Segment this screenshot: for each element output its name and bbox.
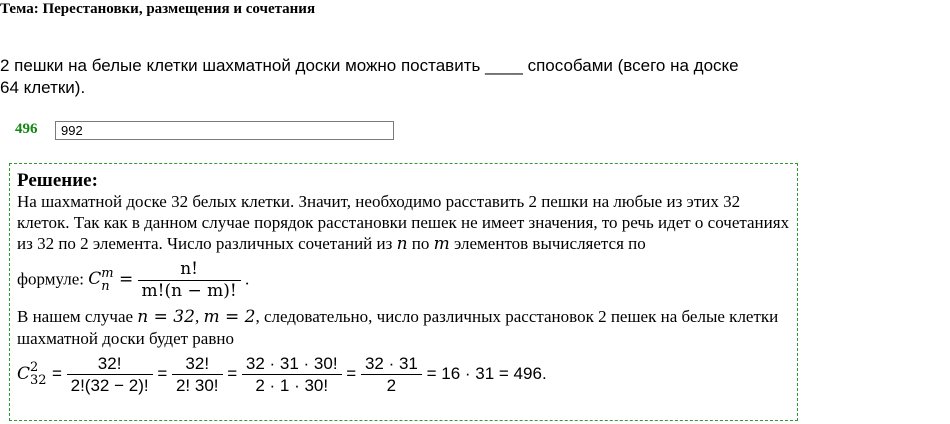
solution-text-2: В нашем случае [17, 307, 134, 326]
m-equals: m = 2 [203, 307, 256, 327]
formula-label: формуле: [17, 269, 85, 289]
formula-sub: n [101, 278, 110, 294]
calc-f2-den: 2! 30! [171, 374, 223, 396]
calc-f3-num: 32 · 31 · 30! [245, 354, 338, 373]
solution-title: Решение: [17, 170, 98, 191]
calc-tail: = 16 · 31 = 496 [426, 363, 542, 383]
solution-paragraph-1: На шахматной доске 32 белых клетки. Знач… [17, 192, 789, 254]
calc-fraction-3: 32 · 31 · 30! 2 · 1 · 30! [241, 353, 342, 396]
calc-lhs: C 2 32 [17, 361, 52, 389]
formula-end: . [244, 269, 250, 289]
calc-f4-den: 2 [360, 374, 422, 396]
formula-c: C [88, 269, 102, 290]
solution-box: Решение: На шахматной доске 32 белых кле… [9, 163, 798, 421]
formula-denominator: m!(n − m)! [137, 280, 241, 302]
formula-lhs: C m n [88, 265, 119, 293]
calc-c: C [17, 363, 31, 384]
formula-fraction: n! m!(n − m)! [137, 259, 241, 302]
question-text: 2 пешки на белые клетки шахматной доски … [0, 56, 739, 97]
calc-f1-den: 2!(32 − 2)! [66, 374, 153, 396]
calc-f3-den: 2 · 1 · 30! [241, 374, 342, 396]
solution-text-po: по [411, 234, 430, 253]
var-n: n [396, 234, 408, 254]
calc-f1-num: 32! [97, 354, 122, 373]
calc-f2-num: 32! [185, 354, 210, 373]
solution-text-end: элементов вычисляется по [454, 234, 646, 253]
var-m: m [433, 234, 450, 254]
n-equals: n = 32 [137, 307, 195, 327]
calc-f4-num: 32 · 31 [364, 354, 418, 373]
calc-fraction-2: 32! 2! 30! [171, 353, 223, 396]
calc-end: . [541, 363, 547, 383]
topic-title: Тема: Перестановки, размещения и сочетан… [0, 1, 316, 17]
solution-paragraph-2: В нашем случае n = 32, m = 2, следовател… [17, 306, 792, 349]
calc-sub: 32 [30, 373, 47, 389]
calc-fraction-1: 32! 2!(32 − 2)! [66, 353, 153, 396]
combination-formula: формуле: C m n = n! m!(n − m)! . [17, 259, 792, 302]
formula-sup: m [101, 265, 114, 281]
comma: , [194, 307, 200, 326]
calculation: C 2 32 = 32! 2!(32 − 2)! = 32! 2! 30! = … [17, 353, 547, 396]
calc-fraction-4: 32 · 31 2 [360, 353, 422, 396]
formula-eq: = [119, 269, 134, 290]
formula-numerator: n! [180, 259, 198, 279]
correct-answer: 496 [15, 121, 38, 137]
answer-input[interactable] [55, 121, 394, 140]
